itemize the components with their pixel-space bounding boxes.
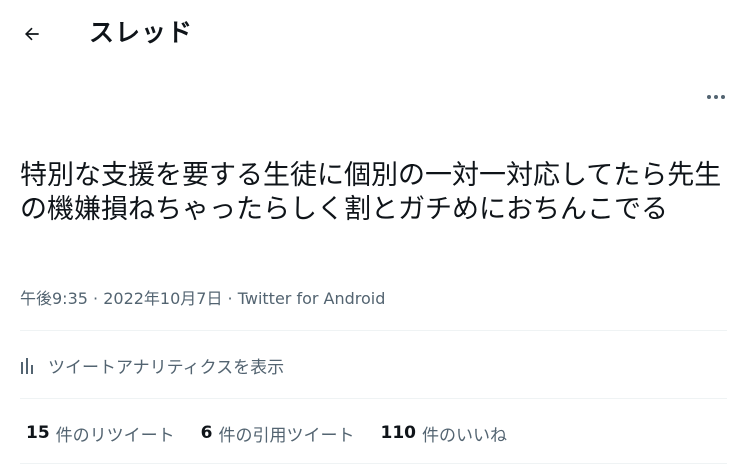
more-horizontal-icon — [707, 95, 725, 99]
view-analytics-link[interactable]: ツイートアナリティクスを表示 — [20, 348, 284, 382]
back-button[interactable] — [14, 16, 50, 52]
likes-label: 件のいいね — [422, 425, 508, 446]
quotes-stat[interactable]: 6 件の引用ツイート — [201, 421, 355, 446]
retweets-label: 件のリツイート — [55, 425, 175, 446]
tweet-time[interactable]: 午後9:35 — [20, 289, 88, 308]
tweet-meta: 午後9:35 · 2022年10月7日 · Twitter for Androi… — [20, 288, 385, 310]
top-bar: スレッド — [0, 0, 748, 66]
likes-count: 110 — [380, 423, 417, 443]
arrow-left-icon — [25, 27, 39, 41]
quotes-count: 6 — [200, 423, 213, 443]
retweets-stat[interactable]: 15 件のリツイート — [26, 421, 175, 446]
retweets-count: 15 — [26, 423, 50, 443]
more-options-button[interactable] — [700, 82, 732, 112]
meta-separator: · — [87, 289, 104, 308]
tweet-source[interactable]: Twitter for Android — [238, 289, 386, 308]
meta-separator: · — [222, 289, 238, 308]
quotes-label: 件の引用ツイート — [218, 425, 355, 446]
divider — [20, 463, 727, 464]
analytics-label: ツイートアナリティクスを表示 — [48, 357, 285, 378]
likes-stat[interactable]: 110 件のいいね — [381, 421, 508, 446]
bar-chart-icon — [20, 356, 42, 374]
page-title: スレッド — [89, 18, 194, 47]
tweet-date[interactable]: 2022年10月7日 — [103, 289, 222, 308]
divider — [20, 398, 727, 399]
divider — [20, 330, 727, 331]
tweet-text: 特別な支援を要する生徒に個別の一対一対応してたら先生の機嫌損ねちゃったらしく割と… — [20, 160, 722, 225]
engagement-stats: 15 件のリツイート 6 件の引用ツイート 110 件のいいね — [26, 418, 533, 448]
